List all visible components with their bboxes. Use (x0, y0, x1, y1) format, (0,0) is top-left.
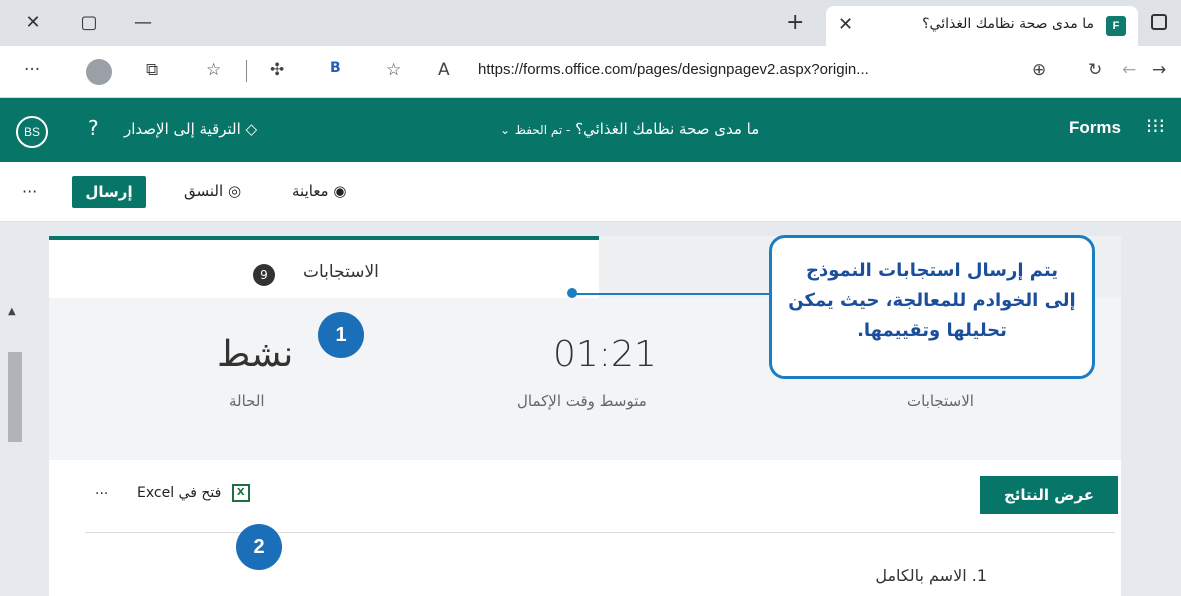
upgrade-label: الترقية إلى الإصدار (124, 120, 241, 138)
collections-icon[interactable]: ⧉ (146, 60, 158, 80)
more-options-icon[interactable]: ··· (24, 60, 40, 80)
command-bar: ··· إرسال ◎ النسق ◉ معاينة (0, 162, 1181, 222)
browser-tab-strip: ✕ ▢ — + ✕ ما مدى صحة نظامك الغذائي؟ F (0, 0, 1181, 46)
diamond-icon: ◇ (245, 120, 258, 138)
status-label: الحالة (229, 392, 265, 410)
user-avatar[interactable]: BS (16, 116, 48, 148)
address-bar: ··· ⧉ ☆ ✣ B ☆ A https://forms.office.com… (0, 46, 1181, 98)
app-launcher-icon[interactable]: ⁝⁝⁝ (1146, 114, 1165, 138)
open-in-excel-label: فتح في Excel (137, 485, 222, 501)
avg-time-label: متوسط وقت الإكمال (517, 392, 647, 410)
forms-header: BS ? ◇ الترقية إلى الإصدار ما مدى صحة نظ… (0, 98, 1181, 162)
tab-responses[interactable]: 9 الاستجابات (49, 236, 599, 298)
read-aloud-icon[interactable]: A (438, 60, 450, 80)
tab-title: ما مدى صحة نظامك الغذائي؟ (922, 16, 1094, 32)
extension-b-icon[interactable]: B (330, 60, 341, 76)
palette-icon: ◎ (227, 182, 242, 200)
forms-brand: Forms (1069, 118, 1121, 137)
window-close-icon[interactable]: ✕ (18, 8, 48, 38)
url-field[interactable]: https://forms.office.com/pages/designpag… (478, 61, 869, 78)
site-info-icon[interactable]: ⊕ (1032, 60, 1046, 80)
view-results-button[interactable]: عرض النتائج (980, 476, 1118, 514)
responses-label: الاستجابات (907, 392, 974, 410)
new-tab-icon[interactable]: + (786, 10, 804, 35)
tab-actions-icon[interactable] (1151, 14, 1167, 30)
upgrade-link[interactable]: ◇ الترقية إلى الإصدار (124, 120, 257, 138)
more-actions-icon[interactable]: ··· (95, 486, 108, 502)
help-icon[interactable]: ? (88, 116, 99, 140)
favorites-icon[interactable]: ☆ (206, 60, 221, 80)
add-favorite-icon[interactable]: ☆ (386, 60, 401, 80)
window-minimize-icon[interactable]: — (128, 8, 158, 38)
callout-pointer-line (573, 293, 769, 295)
more-options-icon[interactable]: ··· (22, 182, 37, 201)
responses-count-badge: 9 (253, 264, 275, 286)
theme-button[interactable]: ◎ النسق (184, 182, 241, 200)
profile-avatar[interactable] (86, 59, 112, 85)
saved-status: - تم الحفظ (514, 123, 571, 137)
tab-close-icon[interactable]: ✕ (838, 14, 853, 35)
preview-button[interactable]: ◉ معاينة (292, 182, 346, 200)
browser-tab[interactable]: ✕ ما مدى صحة نظامك الغذائي؟ F (826, 6, 1138, 46)
forms-favicon-icon: F (1106, 16, 1126, 36)
open-in-excel-link[interactable]: X فتح في Excel (137, 484, 250, 502)
step-marker-1: 1 (318, 312, 364, 358)
tab-responses-label: الاستجابات (303, 262, 379, 282)
toolbar-separator (246, 60, 247, 82)
step-marker-2: 2 (236, 524, 282, 570)
excel-icon: X (231, 484, 250, 502)
preview-label: معاينة (292, 182, 329, 200)
window-maximize-icon[interactable]: ▢ (74, 8, 104, 38)
refresh-icon[interactable]: ↻ (1088, 60, 1102, 80)
question-1[interactable]: 1. الاسم بالكامل (875, 566, 987, 585)
scrollbar-thumb[interactable] (8, 352, 22, 442)
annotation-callout: يتم إرسال استجابات النموذج إلى الخوادم ل… (769, 235, 1095, 379)
form-title[interactable]: ما مدى صحة نظامك الغذائي؟ - تم الحفظ ⌄ (500, 120, 759, 138)
extensions-icon[interactable]: ✣ (270, 60, 284, 80)
back-icon[interactable]: ← (1122, 60, 1136, 80)
eye-icon: ◉ (333, 182, 347, 200)
forward-icon[interactable]: → (1152, 60, 1166, 80)
send-button[interactable]: إرسال (72, 176, 146, 208)
theme-label: النسق (184, 182, 224, 200)
status-value: نشط (217, 334, 294, 375)
form-title-text: ما مدى صحة نظامك الغذائي؟ (575, 120, 760, 138)
avg-time-value: 01:21 (553, 334, 657, 375)
chevron-down-icon: ⌄ (500, 123, 511, 137)
scroll-up-icon[interactable]: ▲ (8, 306, 16, 317)
